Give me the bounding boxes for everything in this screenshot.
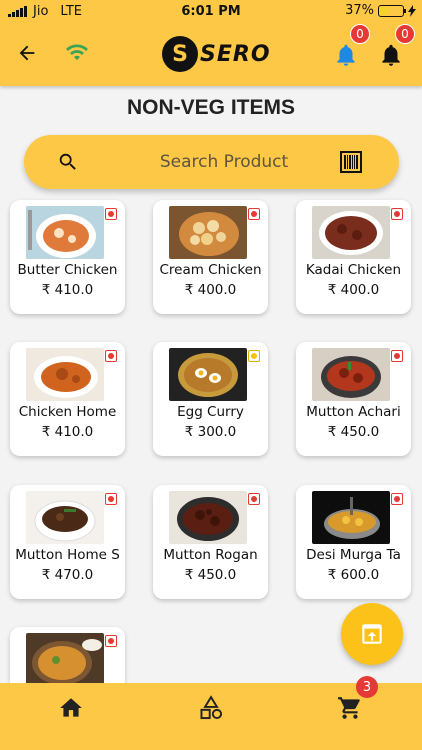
brand-logo: S SERO (162, 36, 271, 72)
search-input[interactable] (114, 146, 334, 178)
categories-icon[interactable] (198, 695, 224, 721)
battery-percent: 37% (345, 3, 374, 18)
product-image (26, 206, 104, 259)
product-price: ₹ 400.0 (184, 282, 237, 298)
product-image (312, 491, 390, 544)
food-type-mark-icon (391, 350, 403, 362)
page-title: NON-VEG ITEMS (126, 96, 295, 119)
food-type-mark-icon (248, 493, 260, 505)
food-type-mark-icon (105, 493, 117, 505)
product-image (312, 348, 390, 401)
product-name: Cream Chicken (159, 262, 262, 278)
product-name: Butter Chicken (17, 262, 118, 278)
bell-icon[interactable] (378, 42, 404, 68)
product-card[interactable]: Desi Murga Ta ₹ 600.0 (296, 485, 411, 599)
product-name: Chicken Home (18, 404, 117, 420)
product-price: ₹ 450.0 (327, 424, 380, 440)
app-bar: S SERO 0 0 (0, 22, 422, 86)
product-card[interactable]: Cream Chicken ₹ 400.0 (153, 200, 268, 314)
product-card[interactable]: Egg Curry ₹ 300.0 (153, 342, 268, 456)
food-type-mark-icon (248, 350, 260, 362)
product-image (26, 633, 104, 683)
food-type-mark-icon (391, 208, 403, 220)
product-name: Mutton Home S (15, 547, 120, 563)
notification-badge: 0 (350, 24, 370, 44)
back-arrow-icon[interactable] (16, 42, 38, 64)
product-name: Desi Murga Ta (306, 547, 401, 563)
product-image (169, 491, 247, 544)
food-type-mark-icon (105, 350, 117, 362)
product-name: Mutton Rogan (163, 547, 258, 563)
product-name: Mutton Achari (306, 404, 401, 420)
bell-icon[interactable] (333, 42, 359, 68)
share-fab[interactable] (341, 603, 403, 665)
product-card[interactable]: Butter Chicken ₹ 410.0 (10, 200, 125, 314)
logo-text: SERO (200, 41, 271, 67)
notification-badge: 0 (395, 24, 415, 44)
product-price: ₹ 400.0 (327, 282, 380, 298)
home-icon[interactable] (58, 695, 84, 721)
product-price: ₹ 470.0 (41, 567, 94, 583)
product-image (26, 348, 104, 401)
product-card[interactable]: Mutton Home S ₹ 470.0 (10, 485, 125, 599)
product-price: ₹ 600.0 (327, 567, 380, 583)
logo-mark: S (162, 36, 198, 72)
food-type-mark-icon (105, 208, 117, 220)
food-type-mark-icon (391, 493, 403, 505)
product-card[interactable] (10, 627, 125, 683)
battery-icon (378, 4, 406, 17)
charging-icon (408, 4, 416, 17)
product-price: ₹ 300.0 (184, 424, 237, 440)
barcode-scan-icon[interactable] (340, 151, 362, 173)
cart-count-badge: 3 (356, 676, 378, 698)
product-name: Egg Curry (177, 404, 244, 420)
product-image (169, 206, 247, 259)
product-image (312, 206, 390, 259)
product-name: Kadai Chicken (305, 262, 402, 278)
product-price: ₹ 410.0 (41, 282, 94, 298)
product-card[interactable]: Kadai Chicken ₹ 400.0 (296, 200, 411, 314)
product-price: ₹ 450.0 (184, 567, 237, 583)
status-bar: Jio LTE 6:01 PM 37% (0, 0, 422, 22)
cart-icon[interactable] (337, 695, 363, 721)
product-image (26, 491, 104, 544)
search-bar[interactable] (24, 135, 399, 189)
food-type-mark-icon (248, 208, 260, 220)
product-card[interactable]: Mutton Achari ₹ 450.0 (296, 342, 411, 456)
search-icon[interactable] (57, 151, 79, 173)
food-type-mark-icon (105, 635, 117, 647)
product-image (169, 348, 247, 401)
product-card[interactable]: Mutton Rogan ₹ 450.0 (153, 485, 268, 599)
product-card[interactable]: Chicken Home ₹ 410.0 (10, 342, 125, 456)
open-in-icon (362, 624, 382, 644)
wifi-icon (66, 44, 88, 60)
product-price: ₹ 410.0 (41, 424, 94, 440)
